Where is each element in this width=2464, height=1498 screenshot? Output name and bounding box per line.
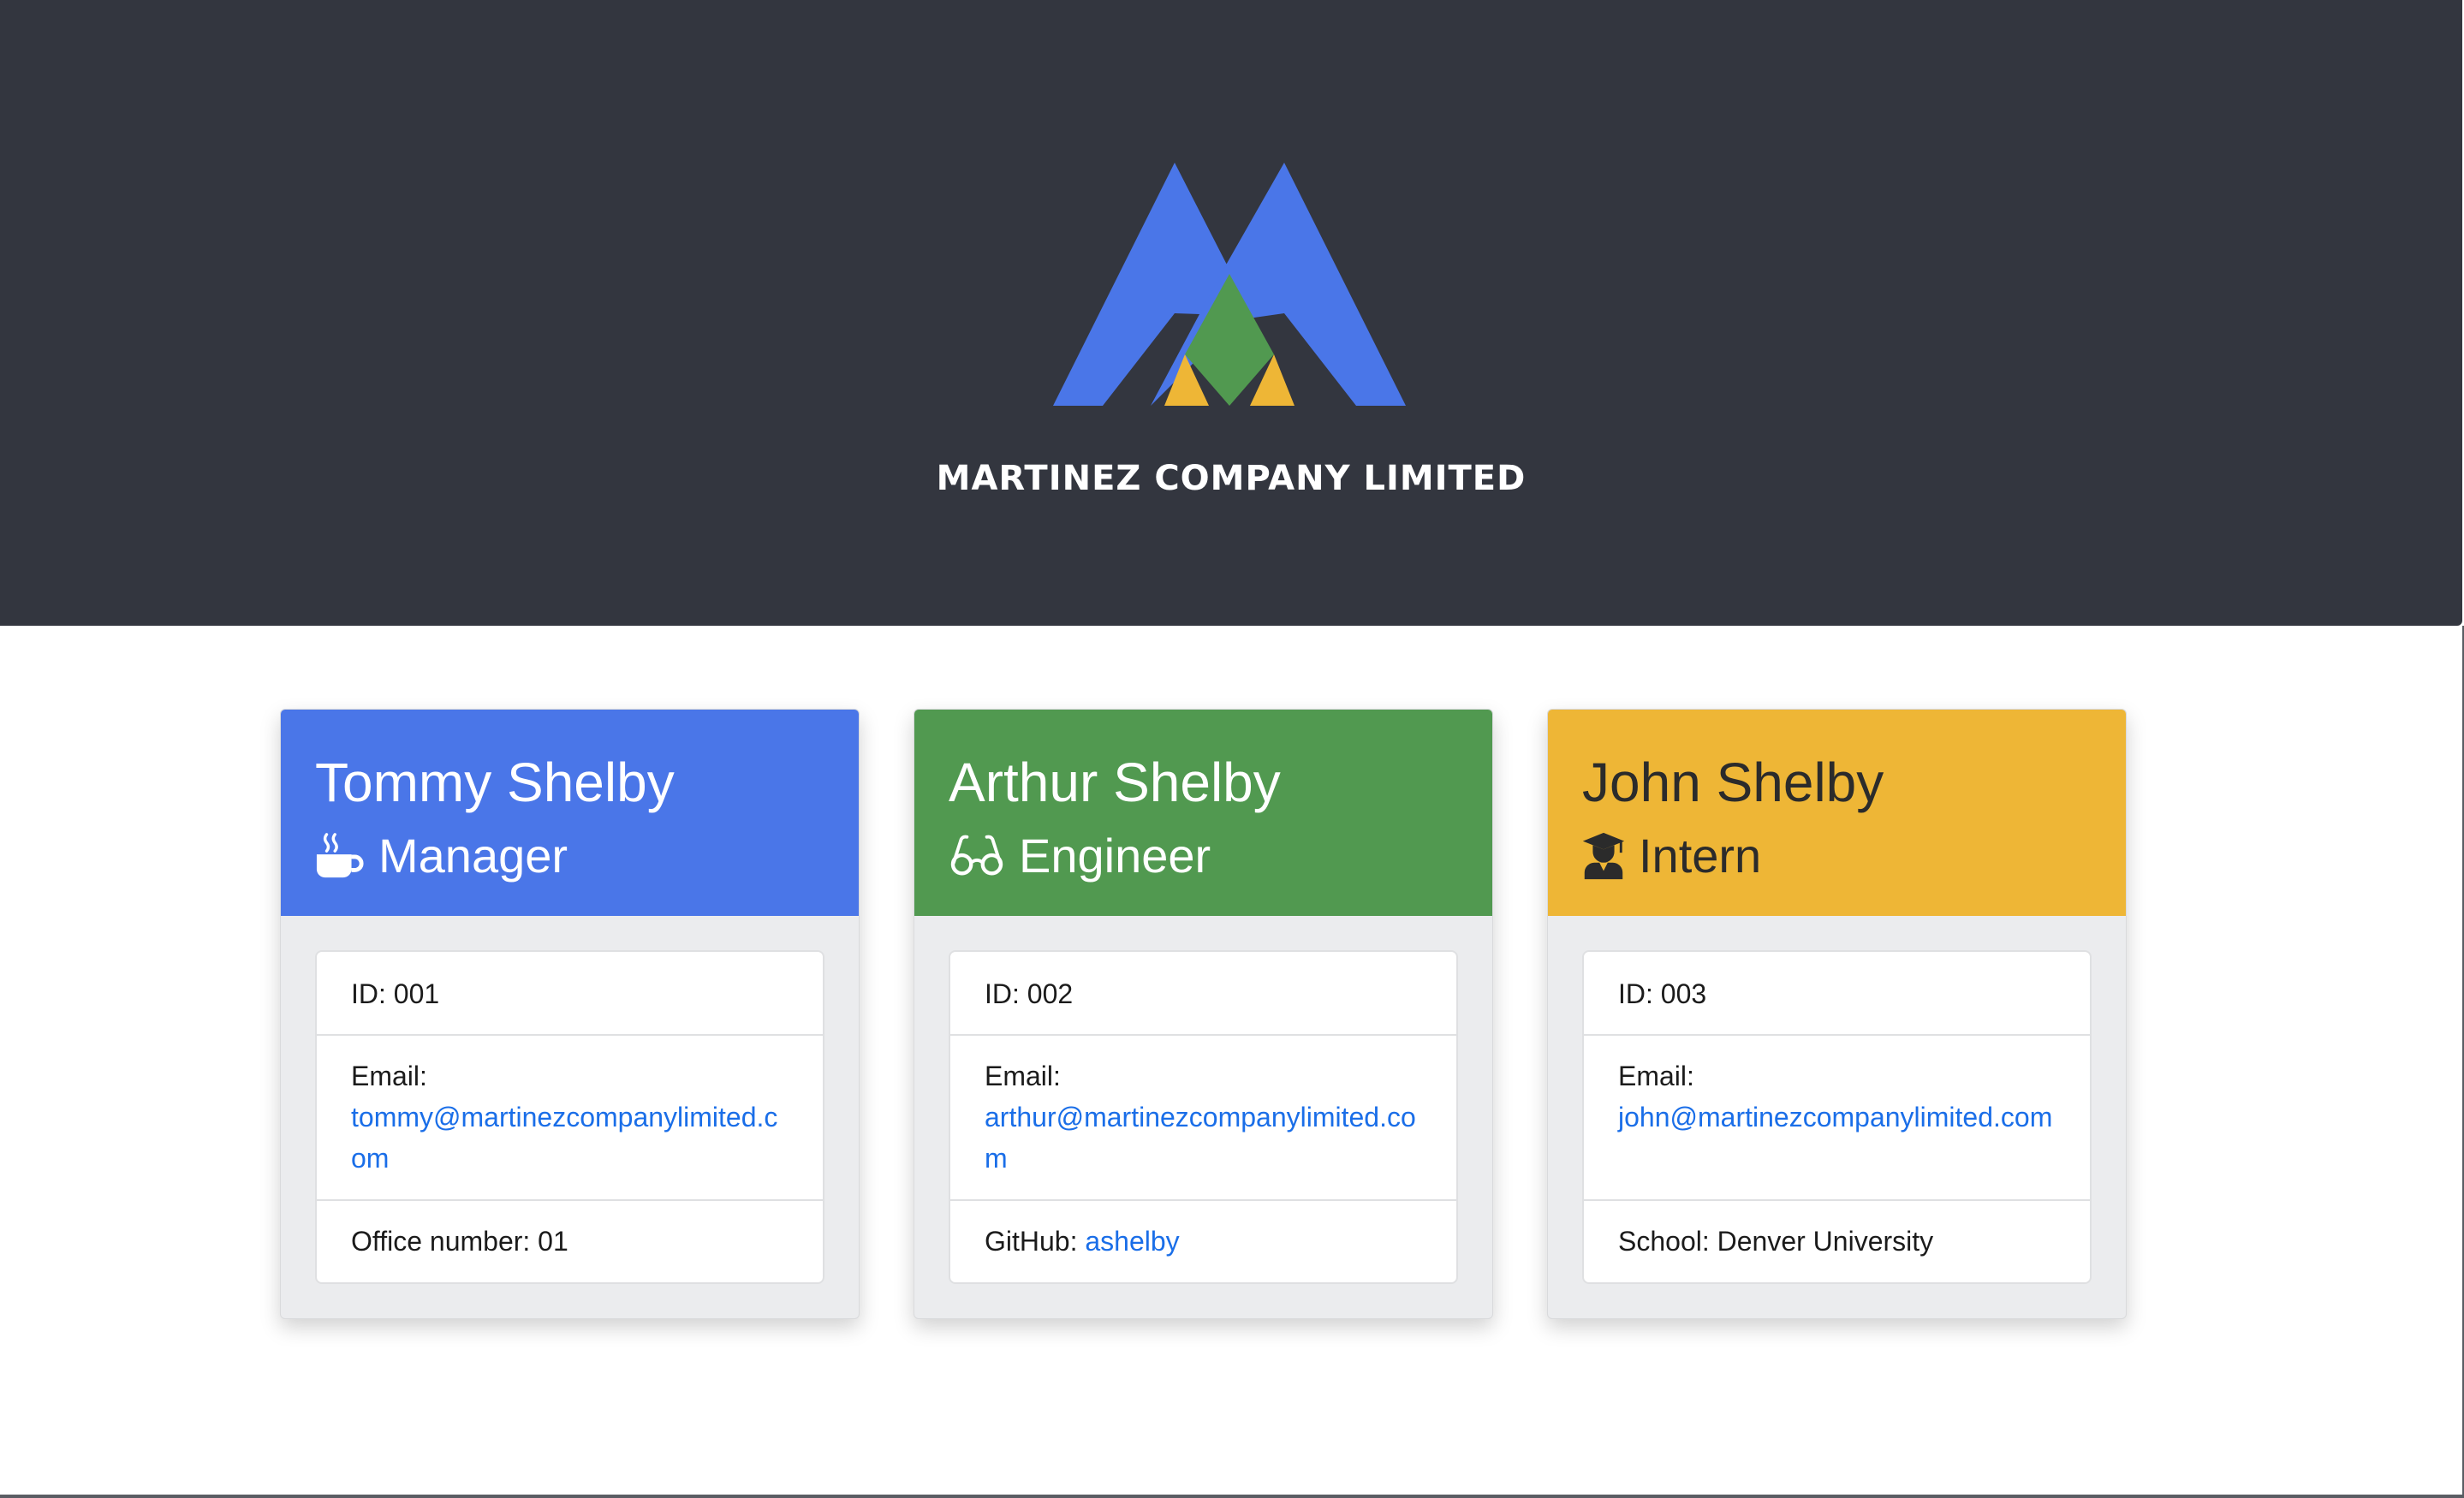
employee-role: Engineer (949, 828, 1458, 883)
employee-role-label: Manager (378, 829, 568, 883)
employee-details-list: ID: 001 Email: tommy@martinezcompanylimi… (315, 950, 824, 1284)
employee-email-item: Email: arthur@martinezcompanylimited.com (950, 1036, 1456, 1201)
github-link[interactable]: ashelby (1085, 1226, 1179, 1257)
employee-card-intern: John Shelby Intern ID: 003 Email: john@m… (1547, 709, 2127, 1319)
employee-name: John Shelby (1582, 752, 1884, 813)
github-label: GitHub: (985, 1226, 1086, 1257)
email-label: Email: (351, 1061, 427, 1091)
glasses-icon (949, 831, 1005, 881)
email-link[interactable]: tommy@martinezcompanylimited.com (351, 1097, 789, 1179)
mountain-m-logo-icon (1053, 163, 1406, 406)
card-header: Tommy Shelby Manager (281, 710, 859, 916)
employee-role-label: Engineer (1019, 829, 1211, 883)
employee-role-label: Intern (1639, 829, 1762, 883)
card-header: John Shelby Intern (1548, 710, 2126, 916)
page-edge-bottom (0, 1495, 2464, 1498)
employee-email-item: Email: john@martinezcompanylimited.com (1584, 1036, 2090, 1201)
employee-name: Tommy Shelby (315, 752, 675, 813)
coffee-mug-icon (315, 831, 365, 881)
card-body: ID: 003 Email: john@martinezcompanylimit… (1548, 916, 2126, 1318)
graduate-icon (1582, 831, 1625, 881)
card-header: Arthur Shelby Engineer (914, 710, 1492, 916)
employee-id: ID: 002 (950, 952, 1456, 1036)
employee-card-manager: Tommy Shelby Manager ID: 001 Email: tomm… (280, 709, 860, 1319)
employee-name: Arthur Shelby (949, 752, 1281, 813)
page-header: MARTINEZ COMPANY LIMITED (0, 0, 2462, 626)
employee-role: Intern (1582, 828, 2092, 883)
employee-id: ID: 003 (1584, 952, 2090, 1036)
employee-details-list: ID: 002 Email: arthur@martinezcompanylim… (949, 950, 1458, 1284)
school: School: Denver University (1618, 1226, 1934, 1257)
email-link[interactable]: john@martinezcompanylimited.com (1618, 1097, 2056, 1138)
office-number: Office number: 01 (351, 1226, 568, 1257)
card-body: ID: 002 Email: arthur@martinezcompanylim… (914, 916, 1492, 1318)
github-item: GitHub: ashelby (950, 1201, 1456, 1282)
employee-details-list: ID: 003 Email: john@martinezcompanylimit… (1582, 950, 2092, 1284)
employee-id: ID: 001 (317, 952, 823, 1036)
employee-email-item: Email: tommy@martinezcompanylimited.com (317, 1036, 823, 1201)
card-body: ID: 001 Email: tommy@martinezcompanylimi… (281, 916, 859, 1318)
employee-role: Manager (315, 828, 824, 883)
email-label: Email: (985, 1061, 1061, 1091)
employee-card-engineer: Arthur Shelby Engineer ID: 002 Email: ar… (914, 709, 1493, 1319)
email-label: Email: (1618, 1061, 1694, 1091)
company-name: MARTINEZ COMPANY LIMITED (936, 459, 1527, 498)
email-link[interactable]: arthur@martinezcompanylimited.com (985, 1097, 1422, 1179)
